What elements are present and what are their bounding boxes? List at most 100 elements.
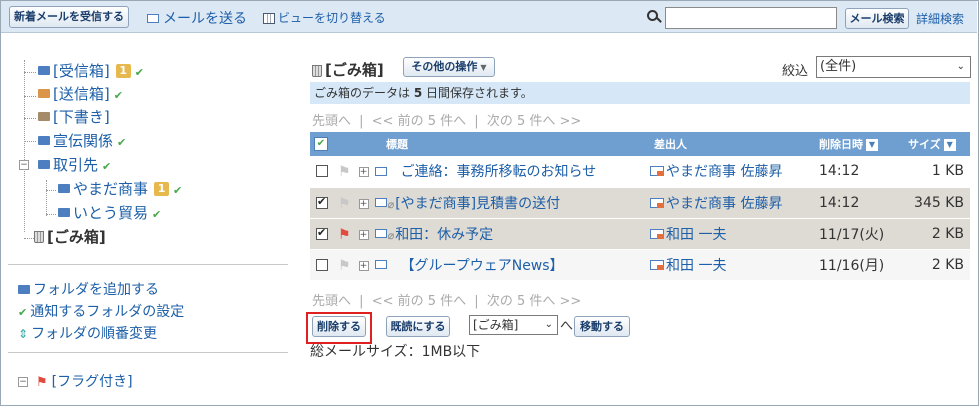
attachment-icon: ⌀ — [387, 197, 395, 211]
select-all-checkbox[interactable]: ✔ — [314, 137, 328, 151]
folder-ito[interactable]: いとう貿易 ✔ — [58, 202, 161, 224]
other-operations-button[interactable]: その他の操作 ▼ — [403, 57, 495, 77]
flag-icon[interactable]: ⚑ — [338, 227, 351, 243]
trash-icon — [34, 230, 44, 243]
row-checkbox[interactable] — [316, 226, 328, 240]
folder-sent[interactable]: [送信箱] ✔ — [38, 83, 123, 105]
receive-mail-button[interactable]: 新着メールを受信する — [9, 6, 129, 28]
view-toggle-link[interactable]: ビューを切り替える — [263, 9, 386, 26]
sender-card-icon — [650, 228, 664, 239]
notify-check-icon: ✔ — [102, 160, 112, 173]
row-checkbox[interactable] — [316, 165, 328, 178]
envelope-icon — [374, 260, 387, 269]
top-toolbar: 新着メールを受信する メールを送る ビューを切り替える メール検索 詳細検索 — [1, 1, 977, 33]
pager-separator: | — [359, 294, 364, 309]
collapse-toggle-icon[interactable]: − — [19, 160, 29, 170]
table-row[interactable]: ⚑ + ⌀和田：休み予定 和田 一夫 11/17(火)2 KB — [310, 218, 970, 250]
mail-sender[interactable]: 和田 一夫 — [666, 227, 726, 243]
folder-label: [送信箱] — [53, 85, 110, 103]
mail-subject[interactable]: ご連絡：事務所移転のお知らせ — [401, 164, 597, 180]
column-sender[interactable]: 差出人 — [650, 132, 815, 156]
folder-icon — [38, 136, 50, 145]
tree-connector — [24, 96, 36, 97]
tree-connector — [46, 190, 56, 191]
send-mail-link[interactable]: メールを送る — [147, 8, 247, 28]
flag-icon[interactable]: ⚑ — [338, 258, 351, 274]
column-deleted-at[interactable]: 削除日時 ▼ — [815, 132, 900, 156]
mail-sender[interactable]: 和田 一夫 — [666, 258, 726, 274]
folder-label: 宣伝関係 — [53, 132, 114, 150]
mark-read-button[interactable]: 既読にする — [386, 316, 450, 337]
folder-promotions[interactable]: 宣伝関係 ✔ — [38, 130, 126, 152]
mail-sender[interactable]: やまだ商事 佐藤昇 — [666, 164, 782, 180]
folder-yamada[interactable]: やまだ商事 1 ✔ — [58, 178, 182, 200]
unread-badge: 1 — [115, 63, 131, 78]
notify-settings-label: 通知するフォルダの設定 — [30, 304, 185, 320]
tree-connector — [46, 214, 56, 215]
column-deleted-at-label: 削除日時 — [819, 138, 863, 151]
column-subject[interactable]: 標題 — [340, 132, 650, 156]
filter-select[interactable]: (全件) ⌄ — [816, 56, 971, 78]
mail-size: 2 KB — [900, 218, 970, 250]
pager-next: 次の 5 件へ >> — [486, 294, 582, 309]
filter-label: 絞込 — [782, 64, 809, 79]
total-size-text: 総メールサイズ：1MB以下 — [310, 344, 481, 360]
page-title: [ごみ箱] — [325, 61, 384, 79]
expand-icon[interactable]: + — [358, 198, 369, 209]
add-folder-link[interactable]: フォルダを追加する — [18, 280, 159, 300]
search-icon-handle — [656, 17, 662, 23]
filter-value: (全件) — [820, 59, 857, 74]
deleted-date: 11/17(火) — [815, 218, 900, 250]
expand-icon[interactable]: + — [358, 167, 369, 178]
flagged-label: [フラグ付き] — [51, 374, 133, 390]
expand-icon[interactable]: + — [358, 260, 369, 271]
chevron-down-icon: ⌄ — [544, 319, 553, 330]
column-size[interactable]: サイズ ▼ — [900, 132, 970, 156]
move-target-select[interactable]: [ごみ箱] ⌄ — [469, 315, 558, 335]
folder-sidebar: − [受信箱] 1 ✔ [送信箱] ✔ [下書き] 宣伝関係 ✔ 取引先 ✔ やまだ商事 1… — [8, 34, 288, 404]
table-row[interactable]: ⚑ + 【グループウェアNews】 和田 一夫 11/16(月) 2 KB — [310, 249, 970, 281]
pager-next: 次の 5 件へ >> — [486, 114, 582, 129]
flagged-folder-link[interactable]: − ⚑ [フラグ付き] — [18, 372, 133, 392]
table-row[interactable]: ⚑ + ⌀[やまだ商事]見積書の送付 やまだ商事 佐藤昇 14:12345 KB — [310, 187, 970, 219]
folder-inbox[interactable]: [受信箱] 1 ✔ — [38, 60, 144, 82]
mail-subject[interactable]: [やまだ商事]見積書の送付 — [395, 196, 560, 212]
search-input[interactable] — [665, 7, 837, 29]
flag-icon[interactable]: ⚑ — [338, 164, 351, 180]
pager-top: 先頭へ | << 前の 5 件へ | 次の 5 件へ >> — [312, 110, 581, 129]
mail-search-button[interactable]: メール検索 — [845, 8, 909, 29]
delete-button[interactable]: 削除する — [312, 316, 366, 337]
notify-check-icon: ✔ — [117, 136, 127, 149]
flag-icon[interactable]: ⚑ — [338, 196, 351, 212]
deleted-date: 11/16(月) — [815, 249, 900, 281]
view-toggle-label: ビューを切り替える — [278, 11, 386, 25]
other-operations-label: その他の操作 — [411, 60, 478, 73]
mail-subject[interactable]: 【グループウェアNews】 — [401, 258, 564, 274]
folder-drafts[interactable]: [下書き] — [38, 106, 110, 128]
notify-check-icon: ✔ — [113, 89, 123, 102]
row-checkbox[interactable] — [316, 195, 328, 209]
notify-settings-link[interactable]: ✔ 通知するフォルダの設定 — [18, 302, 184, 322]
folder-trash[interactable]: [ごみ箱] — [34, 226, 106, 248]
mail-size: 1 KB — [900, 156, 970, 188]
chevron-down-icon: ⌄ — [956, 61, 965, 72]
move-button[interactable]: 移動する — [574, 316, 630, 337]
sort-icon: ▼ — [943, 139, 956, 151]
mail-sender[interactable]: やまだ商事 佐藤昇 — [666, 196, 782, 212]
notice-text: 日間保存されます。 — [422, 86, 533, 100]
folder-label: [下書き] — [53, 108, 110, 126]
row-checkbox[interactable] — [316, 258, 328, 271]
pager-first: 先頭へ — [312, 294, 352, 309]
advanced-search-link[interactable]: 詳細検索 — [916, 10, 964, 27]
table-row[interactable]: ⚑ + ご連絡：事務所移転のお知らせ やまだ商事 佐藤昇 14:12 1 KB — [310, 156, 970, 188]
pager-prev: << 前の 5 件へ — [371, 114, 467, 129]
expand-icon[interactable]: + — [358, 229, 369, 240]
folder-clients[interactable]: 取引先 ✔ — [38, 154, 111, 176]
up-down-arrow-icon: ⇕ — [18, 327, 29, 341]
mail-subject[interactable]: 和田：休み予定 — [395, 227, 493, 243]
reorder-folders-link[interactable]: ⇕ フォルダの順番変更 — [18, 324, 157, 344]
pager-first: 先頭へ — [312, 114, 352, 129]
column-size-label: サイズ — [908, 138, 941, 151]
sender-card-icon — [650, 166, 664, 177]
reorder-folders-label: フォルダの順番変更 — [31, 326, 158, 342]
